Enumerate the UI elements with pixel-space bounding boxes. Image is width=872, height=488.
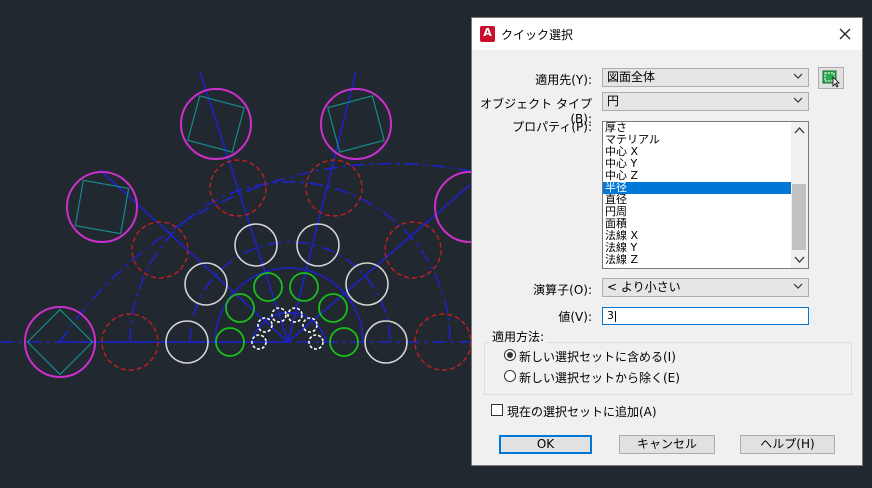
white-circle xyxy=(296,223,340,267)
value-input-text: 3 xyxy=(607,309,614,322)
quick-select-dialog: A クイック選択 適用先(Y): 図面全体 オブジェクト タイプ(B): 円 プ… xyxy=(471,17,863,466)
cancel-button[interactable]: キャンセル xyxy=(619,435,715,454)
list-item[interactable]: 面積 xyxy=(603,218,791,230)
magenta-circle xyxy=(320,88,392,160)
chevron-down-icon xyxy=(793,97,803,103)
green-circle xyxy=(318,293,348,323)
list-item[interactable]: 中心 Z xyxy=(603,170,791,182)
list-item[interactable]: 直径 xyxy=(603,194,791,206)
operator-select[interactable]: < より小さい xyxy=(602,278,809,297)
append-checkbox[interactable] xyxy=(491,404,503,416)
middle-arc xyxy=(129,181,451,343)
append-checkbox-label[interactable]: 現在の選択セットに追加(A) xyxy=(507,403,657,420)
list-item[interactable]: マテリアル xyxy=(603,134,791,146)
operator-value: < より小さい xyxy=(607,280,681,294)
include-radio[interactable] xyxy=(504,349,516,361)
properties-label: プロパティ(P): xyxy=(512,120,592,134)
list-item[interactable]: 中心 X xyxy=(603,146,791,158)
exclude-radio-label[interactable]: 新しい選択セットから除く(E) xyxy=(519,369,680,386)
list-item-selected[interactable]: 半径 xyxy=(603,182,791,194)
chevron-down-icon xyxy=(793,283,803,289)
include-radio-label[interactable]: 新しい選択セットに含める(I) xyxy=(519,348,676,365)
autocad-app-icon: A xyxy=(480,26,495,42)
list-item[interactable]: 厚さ xyxy=(603,122,791,134)
scroll-up-icon[interactable] xyxy=(794,126,805,135)
value-label: 値(V): xyxy=(558,310,592,324)
apply-to-label: 適用先(Y): xyxy=(535,73,592,87)
list-item[interactable]: 法線 X xyxy=(603,230,791,242)
exclude-radio[interactable] xyxy=(504,370,516,382)
green-circle xyxy=(253,272,283,302)
chevron-down-icon xyxy=(793,73,803,79)
apply-to-value: 図面全体 xyxy=(607,70,656,84)
apply-to-select[interactable]: 図面全体 xyxy=(602,68,809,87)
white-circle xyxy=(184,262,228,306)
white-circle xyxy=(345,262,389,306)
select-objects-button[interactable] xyxy=(818,67,844,89)
scroll-down-icon[interactable] xyxy=(794,255,805,264)
value-input[interactable]: 3 xyxy=(602,307,809,325)
text-caret xyxy=(615,310,616,322)
magenta-circle xyxy=(66,171,138,243)
dialog-title: クイック選択 xyxy=(501,28,574,42)
list-item[interactable]: 円周 xyxy=(603,206,791,218)
object-type-value: 円 xyxy=(607,94,620,108)
list-item[interactable]: 法線 Y xyxy=(603,242,791,254)
small-dashed-circle xyxy=(302,317,318,333)
list-item[interactable]: 法線 Z xyxy=(603,254,791,266)
properties-listbox[interactable]: 厚さ マテリアル 中心 X 中心 Y 中心 Z 半径 直径 円周 面積 法線 X… xyxy=(602,121,809,269)
close-button[interactable] xyxy=(834,23,856,45)
ok-button[interactable]: OK xyxy=(499,435,592,454)
close-icon xyxy=(839,28,851,40)
help-button[interactable]: ヘルプ(H) xyxy=(740,435,835,454)
scroll-thumb[interactable] xyxy=(792,184,806,250)
magenta-circle xyxy=(180,88,252,160)
operator-label: 演算子(O): xyxy=(533,283,592,297)
object-type-select[interactable]: 円 xyxy=(602,92,809,111)
list-item[interactable]: 中心 Y xyxy=(603,158,791,170)
apply-method-title: 適用方法: xyxy=(490,328,547,345)
red-dashed-circle xyxy=(384,221,442,279)
properties-scrollbar[interactable] xyxy=(791,122,808,268)
properties-items: 厚さ マテリアル 中心 X 中心 Y 中心 Z 半径 直径 円周 面積 法線 X… xyxy=(603,122,791,266)
red-dashed-circle xyxy=(131,221,189,279)
dialog-titlebar[interactable]: A クイック選択 xyxy=(472,18,862,50)
select-objects-icon xyxy=(822,70,840,88)
